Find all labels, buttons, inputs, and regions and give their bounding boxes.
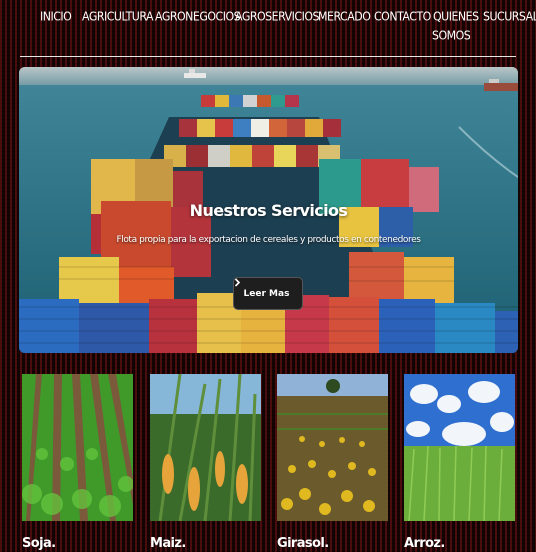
girasol-image[interactable]	[277, 374, 388, 521]
card-label-arroz[interactable]: Arroz.	[404, 536, 445, 551]
nav-agroservicios[interactable]: AGROSERVICIOS	[235, 9, 319, 24]
hero-title: Nuestros Servicios	[189, 201, 348, 220]
maiz-image[interactable]	[150, 374, 261, 521]
card-label-soja[interactable]: Soja.	[22, 536, 56, 551]
nav-mercado[interactable]: MERCADO	[318, 9, 371, 24]
hero-banner: Nuestros Servicios Flota propia para la …	[19, 67, 518, 353]
card-label-maiz[interactable]: Maiz.	[150, 536, 186, 551]
nav-quienes-somos-line2[interactable]: SOMOS	[432, 28, 471, 43]
card-label-girasol[interactable]: Girasol.	[277, 536, 329, 551]
leer-mas-label: Leer Mas	[243, 288, 290, 299]
nav-quienes-somos[interactable]: QUIENES	[433, 9, 479, 24]
nav-inicio[interactable]: INICIO	[40, 9, 72, 24]
main-navigation: INICIO AGRICULTURA AGRONEGOCIOS AGROSERV…	[0, 0, 536, 52]
nav-sucursales[interactable]: SUCURSALES	[483, 9, 536, 24]
arroz-image[interactable]	[404, 374, 515, 521]
soja-image[interactable]	[22, 374, 133, 521]
hero-subtitle: Flota propia para la exportacion de cere…	[116, 235, 421, 245]
nav-contacto[interactable]: CONTACTO	[374, 9, 431, 24]
nav-divider	[20, 56, 516, 57]
nav-agronegocios[interactable]: AGRONEGOCIOS	[155, 9, 241, 24]
nav-agricultura[interactable]: AGRICULTURA	[82, 9, 154, 24]
leer-mas-button[interactable]: Leer Mas	[233, 277, 303, 310]
